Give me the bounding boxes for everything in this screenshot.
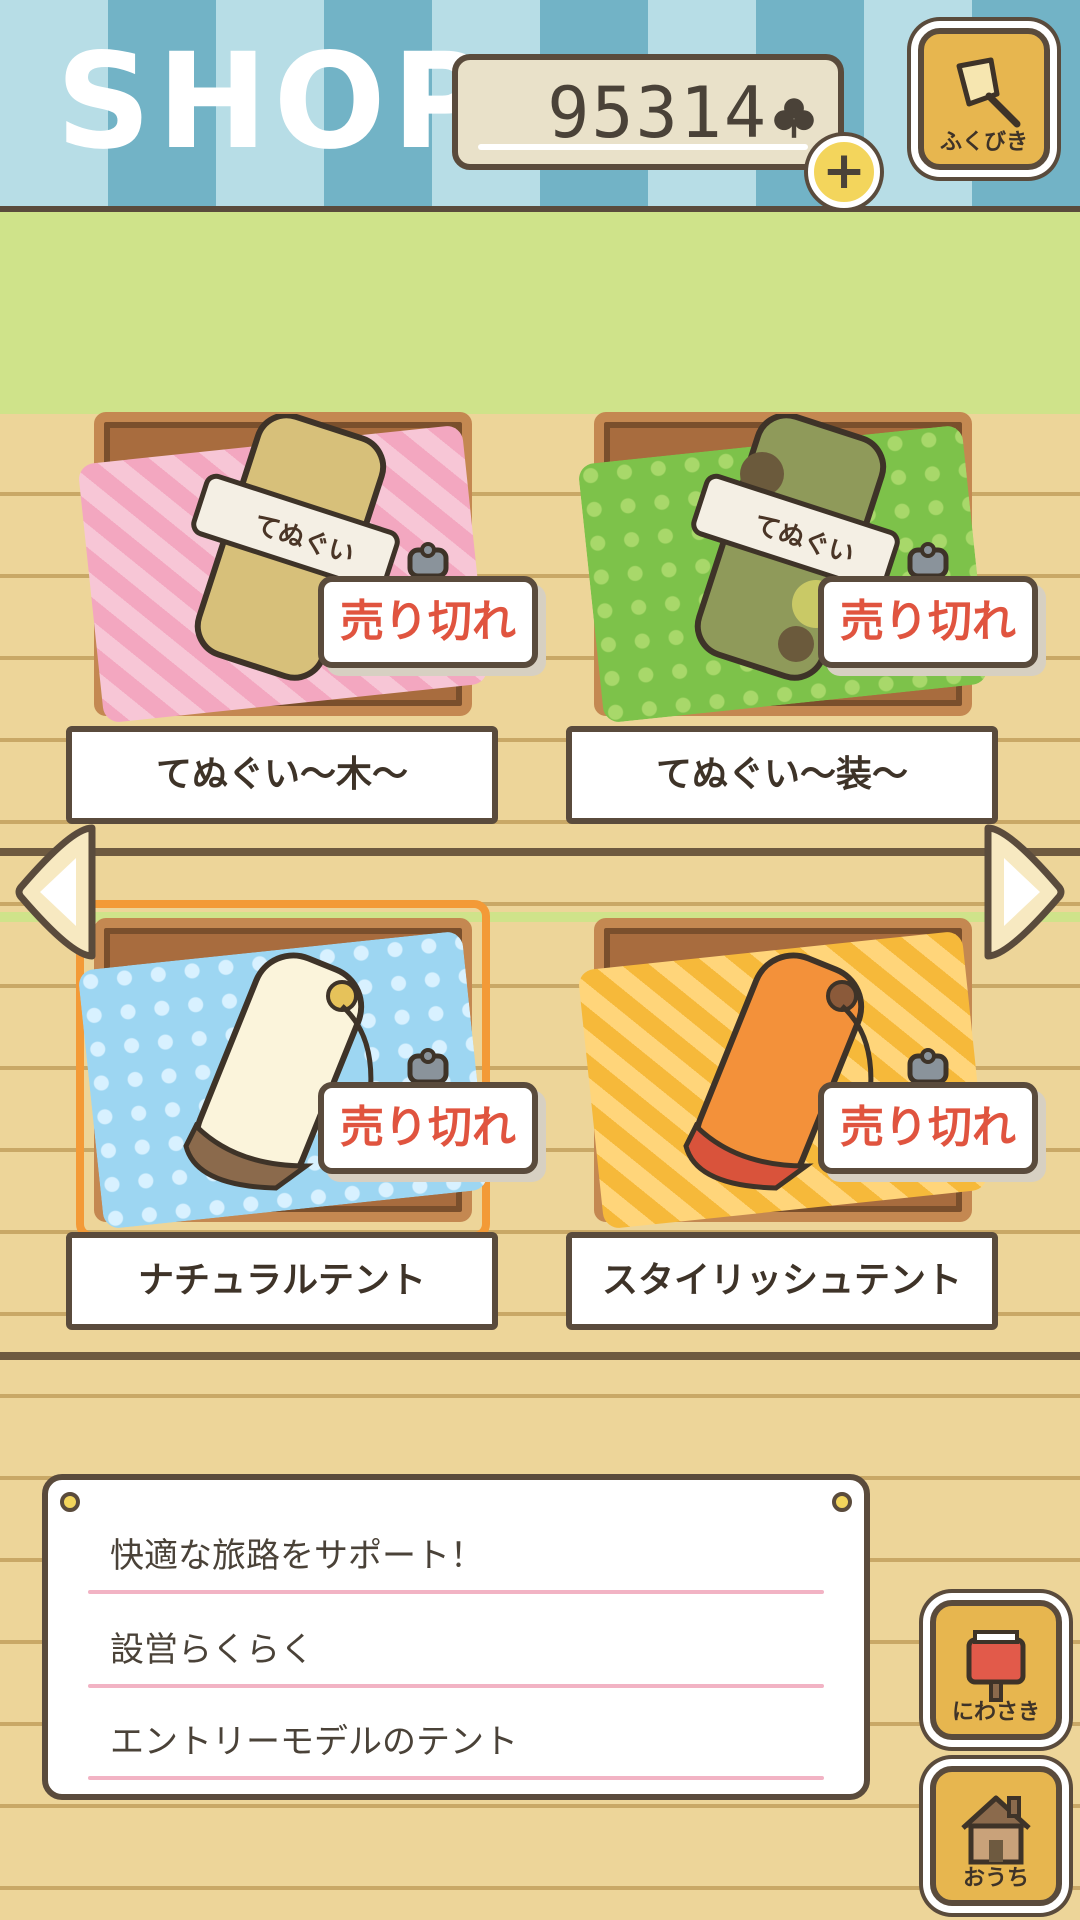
item-artwork: 売り切れ	[577, 910, 1038, 1230]
sold-out-tag: 売り切れ	[318, 1082, 538, 1174]
buy-clovers-button[interactable]: +	[808, 136, 880, 208]
item-name-label: てぬぐい〜木〜	[66, 726, 498, 824]
description-rule	[88, 1590, 824, 1594]
home-label: おうち	[962, 1866, 1029, 1891]
shelf-divider	[0, 1352, 1080, 1360]
item-artwork-selected: 売り切れ	[76, 900, 538, 1240]
page-title: SHOP	[56, 25, 495, 179]
description-rule	[88, 1776, 824, 1780]
garden-label: にわさき	[951, 1700, 1040, 1725]
grass-band	[0, 212, 1080, 414]
item-description-panel: 快適な旅路をサポート！ 設営らくらく エントリーモデルのテント	[42, 1474, 870, 1800]
description-rule	[88, 1684, 824, 1688]
item-name-label: スタイリッシュテント	[566, 1232, 998, 1330]
balance-underline	[478, 144, 808, 150]
shop-header: SHOP 95314 + ふくびき	[0, 0, 1080, 212]
item-name-label: てぬぐい〜装〜	[566, 726, 998, 824]
garden-button[interactable]: にわさき	[930, 1600, 1062, 1740]
clover-balance: 95314	[452, 54, 844, 170]
plus-icon: +	[822, 140, 866, 201]
shelf-divider	[0, 848, 1080, 856]
sold-out-tag: 売り切れ	[318, 576, 538, 668]
item-artwork: てぬぐい 売り切れ	[577, 404, 1038, 724]
clover-icon	[774, 98, 814, 138]
bell-icon	[956, 57, 1021, 128]
description-line: 設営らくらく	[110, 1630, 314, 1670]
lottery-button[interactable]: ふくびき	[918, 28, 1050, 170]
next-page-arrow-icon[interactable]	[980, 822, 1068, 962]
sold-out-tag: 売り切れ	[818, 576, 1038, 668]
lottery-label: ふくびき	[939, 130, 1028, 155]
item-name-label: ナチュラルテント	[66, 1232, 498, 1330]
home-button[interactable]: おうち	[930, 1766, 1062, 1906]
previous-page-arrow-icon[interactable]	[12, 822, 100, 962]
item-artwork: てぬぐい 売り切れ	[77, 404, 538, 724]
sold-out-tag: 売り切れ	[818, 1082, 1038, 1174]
clover-count: 95314	[547, 72, 768, 154]
description-line: 快適な旅路をサポート！	[110, 1536, 484, 1576]
description-line: エントリーモデルのテント	[110, 1722, 518, 1762]
pin-icon	[60, 1492, 80, 1512]
pin-icon	[832, 1492, 852, 1512]
